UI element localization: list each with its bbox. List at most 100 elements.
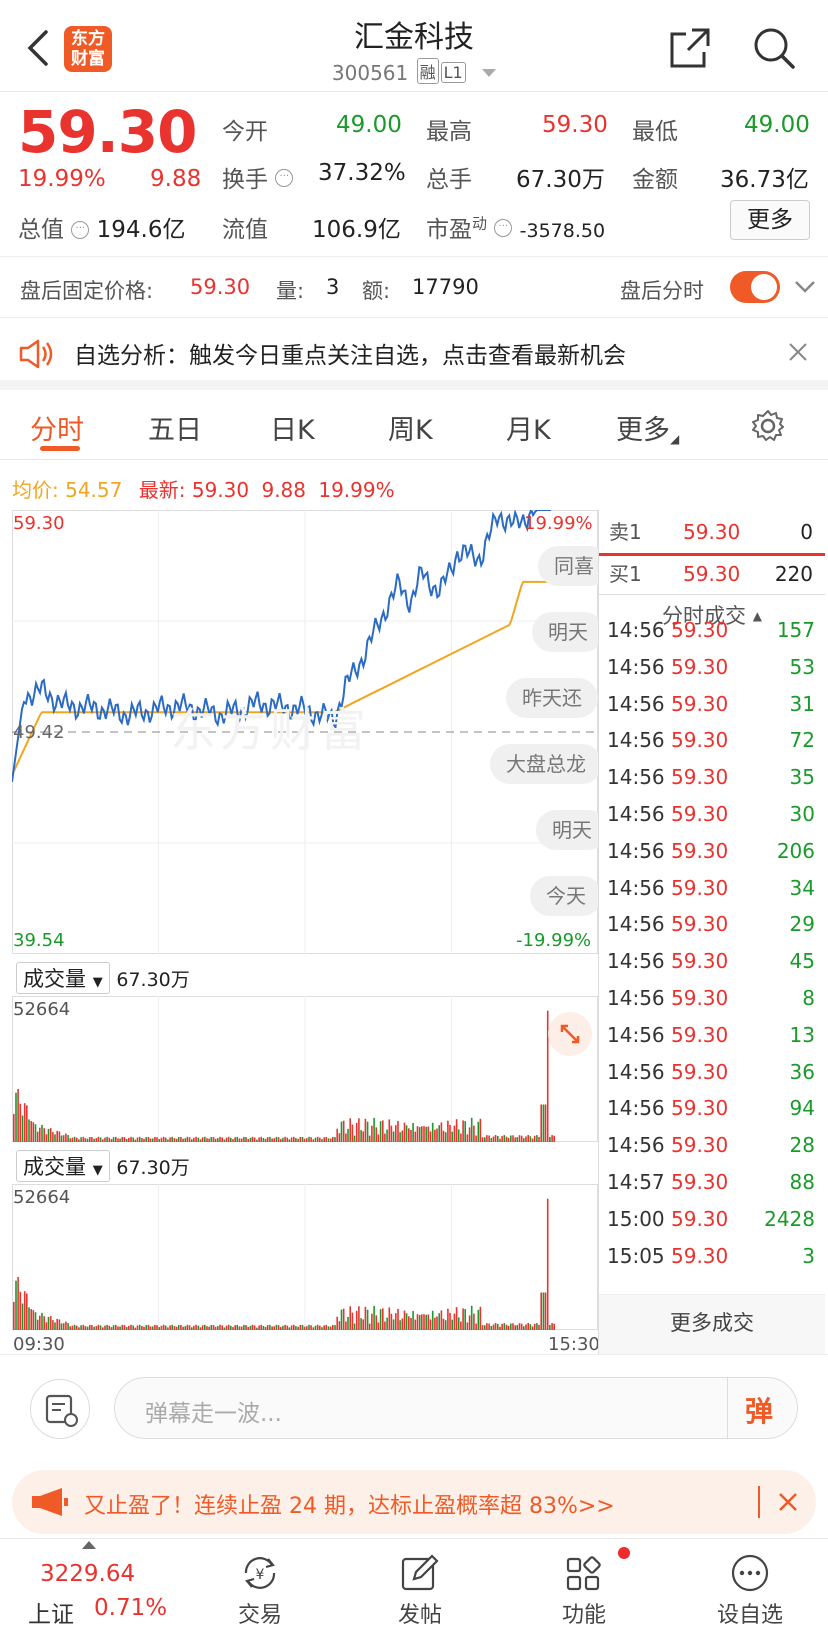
volume-bar	[512, 1323, 514, 1330]
volume-bar	[277, 1137, 280, 1142]
volume-bar	[128, 1137, 130, 1142]
change-pct: 19.99%	[18, 166, 106, 192]
volume-bar	[15, 1092, 17, 1142]
tick-time: 14:57	[607, 1170, 665, 1194]
volume-bar	[30, 1309, 32, 1330]
promo-divider	[758, 1486, 760, 1518]
low-value: 49.00	[744, 112, 810, 138]
volume-bar	[436, 1128, 438, 1142]
tab-intraday[interactable]: 分时	[30, 408, 84, 447]
volume-bar	[460, 1133, 462, 1142]
volume-bar	[449, 1124, 451, 1142]
volume-chart[interactable]	[12, 1184, 598, 1330]
volume-bar	[17, 1277, 19, 1330]
stock-code: 300561	[331, 61, 409, 85]
svg-text:¥: ¥	[256, 1567, 265, 1583]
volume-bar	[503, 1135, 506, 1142]
volume-bar	[43, 1316, 45, 1330]
volume-bar	[490, 1138, 493, 1142]
tick-row: 14:57 59.30 88	[599, 1164, 823, 1200]
ask-1-row[interactable]: 卖1 59.30 0	[599, 514, 823, 550]
volume-bar	[440, 1310, 443, 1330]
volume-bar	[149, 1138, 152, 1142]
volume-bar	[397, 1120, 399, 1142]
tab-monthly-k[interactable]: 月K	[506, 408, 551, 447]
volume-bar	[143, 1138, 145, 1142]
search-icon[interactable]	[752, 26, 796, 70]
volume-bar	[371, 1313, 373, 1330]
volume-bar	[93, 1138, 95, 1142]
megaphone-icon	[32, 1488, 68, 1516]
volume-bar	[457, 1129, 460, 1142]
nav-post[interactable]: 发帖	[360, 1539, 480, 1629]
volume-bar	[71, 1325, 74, 1330]
dropdown-icon[interactable]	[482, 69, 497, 77]
nav-functions[interactable]: 功能	[524, 1539, 644, 1629]
tab-daily-k[interactable]: 日K	[270, 408, 315, 447]
volume-bar	[340, 1309, 343, 1330]
indicator-select[interactable]: 成交量 ▼	[16, 962, 110, 994]
nav-add-watchlist[interactable]: 设自选	[690, 1539, 810, 1629]
volume-bar	[13, 1113, 15, 1142]
volume-bar	[134, 1139, 137, 1142]
volume-bar	[99, 1325, 102, 1330]
volume-bar	[334, 1137, 336, 1142]
more-button[interactable]: 更多	[730, 200, 810, 240]
volume-bar	[266, 1325, 269, 1330]
latest-pct: 19.99%	[318, 478, 395, 502]
share-icon[interactable]	[668, 26, 712, 70]
info-icon[interactable]: ···	[71, 221, 90, 239]
tab-five-day[interactable]: 五日	[148, 408, 202, 447]
info-icon[interactable]: ···	[275, 169, 294, 187]
volume-bar	[54, 1134, 56, 1142]
after-hours-toggle[interactable]	[730, 271, 780, 303]
tick-price: 59.30	[671, 1096, 729, 1121]
chevron-down-icon[interactable]	[794, 277, 816, 297]
market-cap[interactable]: 总值 ··· 194.6亿	[18, 210, 185, 244]
more-ticks-button[interactable]: 更多成交	[599, 1294, 825, 1354]
volume-bar	[73, 1324, 76, 1330]
pe-ratio[interactable]: 市盈动 ··· -3578.50	[426, 210, 605, 244]
bid-1-row[interactable]: 买1 59.30 220	[599, 556, 823, 592]
danmaku-send-button[interactable]: 弹	[745, 1390, 773, 1430]
tick-price: 59.30	[671, 1059, 729, 1084]
watchlist-banner[interactable]: 自选分析：触发今日重点关注自选，点击查看最新机会	[0, 318, 828, 390]
close-icon[interactable]	[778, 1492, 798, 1512]
volume-bar	[288, 1139, 291, 1142]
volume-bar	[67, 1323, 69, 1330]
close-icon[interactable]	[788, 342, 808, 362]
volume-bar	[26, 1105, 28, 1142]
tab-more[interactable]: 更多◢	[616, 408, 679, 447]
volume-chart[interactable]	[12, 996, 598, 1142]
volume-bar	[154, 1324, 156, 1330]
volume-bar	[319, 1325, 321, 1330]
volume-bar	[236, 1136, 239, 1142]
volume-bar	[232, 1327, 234, 1330]
tick-time: 14:56	[607, 618, 665, 642]
volume-bar	[123, 1325, 126, 1330]
volume-bar	[440, 1122, 443, 1142]
indicator-select[interactable]: 成交量 ▼	[16, 1150, 110, 1182]
volume-bar	[303, 1138, 306, 1142]
compose-button[interactable]	[30, 1379, 90, 1439]
danmaku-input[interactable]: 弹幕走一波... 弹	[114, 1377, 798, 1439]
tick-time: 14:56	[607, 1059, 665, 1084]
index-ticker[interactable]: 3229.64 上证 0.71%	[0, 1539, 180, 1629]
volume-bar	[86, 1138, 89, 1142]
nav-trade[interactable]: ¥ 交易	[200, 1539, 320, 1629]
tick-volume: 94	[789, 1096, 815, 1121]
turnover[interactable]: 换手 ···	[222, 160, 294, 194]
volume-bar	[306, 1138, 308, 1142]
tab-weekly-k[interactable]: 周K	[388, 408, 433, 447]
settings-icon[interactable]	[750, 408, 786, 444]
volume-bar	[273, 1138, 275, 1142]
note-icon	[45, 1394, 78, 1427]
expand-button[interactable]	[548, 1012, 592, 1056]
tick-price: 59.30	[671, 802, 729, 826]
info-icon[interactable]: ···	[494, 219, 513, 237]
promo-banner[interactable]: 又止盈了！连续止盈 24 期，达标止盈概率超 83%>>	[12, 1470, 816, 1534]
chart-prev-close: 49.42	[13, 722, 65, 743]
volume-bar	[210, 1325, 213, 1330]
volume-bar	[477, 1121, 480, 1142]
volume-bar	[329, 1326, 332, 1330]
